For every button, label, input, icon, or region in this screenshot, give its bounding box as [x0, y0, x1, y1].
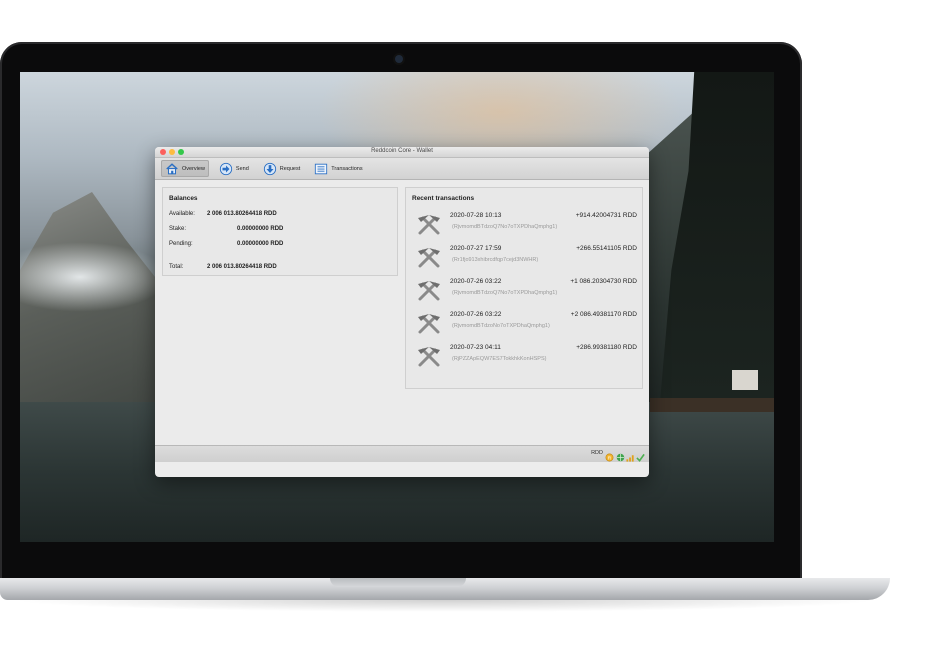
toolbar: Overview Send Request Transactions	[155, 158, 649, 180]
transaction-amount: +1 086.20304730 RDD	[570, 278, 637, 285]
display-unit-selector[interactable]: RDD	[591, 450, 603, 456]
mining-hammers-icon	[415, 278, 443, 302]
transaction-row[interactable]: 2020-07-26 03:22 +1 086.20304730 RDD (Rj…	[415, 276, 637, 306]
stake-value: 0.00000000 RDD	[237, 226, 284, 232]
transaction-row[interactable]: 2020-07-27 17:59 +266.55141105 RDD (Rr1f…	[415, 243, 637, 273]
stake-label: Stake:	[169, 226, 187, 232]
laptop-notch	[330, 578, 466, 587]
mining-hammers-icon	[415, 245, 443, 269]
transaction-address: (RjvmomdBTdzoQ7No7oTXPDhaQmphg1)	[452, 224, 558, 230]
webcam	[395, 55, 403, 63]
recent-transactions-panel: Recent transactions 2020-07-28 10:13 +91…	[405, 187, 643, 389]
tab-request[interactable]: Request	[259, 160, 305, 177]
tab-overview[interactable]: Overview	[161, 160, 209, 177]
mining-hammers-icon	[415, 212, 443, 236]
total-label: Total:	[169, 264, 184, 270]
send-arrow-icon	[219, 162, 233, 176]
transaction-address: (RjvmomdBTdzoQ7No7oTXPDhaQmphg1)	[452, 290, 558, 296]
staking-icon[interactable]: R	[605, 449, 614, 462]
transaction-row[interactable]: 2020-07-26 03:22 +2 086.49381170 RDD (Rj…	[415, 309, 637, 339]
tab-transactions-label: Transactions	[331, 165, 363, 172]
mining-hammers-icon	[415, 344, 443, 368]
transaction-date: 2020-07-26 03:22	[450, 311, 502, 318]
home-icon	[165, 162, 179, 176]
tab-send[interactable]: Send	[215, 160, 253, 177]
synced-check-icon	[636, 449, 645, 462]
tab-transactions[interactable]: Transactions	[310, 160, 366, 177]
window-title: Reddcoin Core - Wallet	[371, 148, 433, 154]
transaction-amount: +266.55141105 RDD	[576, 245, 637, 252]
available-value: 2 006 013.80264418 RDD	[207, 211, 277, 217]
wallpaper-mist	[20, 242, 170, 312]
transaction-row[interactable]: 2020-07-23 04:11 +286.99381180 RDD (RjPZ…	[415, 342, 637, 372]
total-value: 2 006 013.80264418 RDD	[207, 264, 277, 270]
receive-arrow-icon	[263, 162, 277, 176]
mining-hammers-icon	[415, 311, 443, 335]
transaction-amount: +914.42004731 RDD	[575, 212, 637, 219]
transaction-address: (RjPZZApEQW7ES7TokkhkKonHSPS)	[452, 356, 547, 362]
wallpaper-cabin	[732, 370, 758, 390]
tab-request-label: Request	[279, 165, 301, 172]
tab-overview-label: Overview	[182, 165, 205, 172]
pending-value: 0.00000000 RDD	[237, 241, 284, 247]
title-bar[interactable]: Reddcoin Core - Wallet	[155, 147, 649, 158]
wallpaper-dock	[650, 398, 774, 412]
transaction-date: 2020-07-23 04:11	[450, 344, 501, 351]
pending-label: Pending:	[169, 241, 193, 247]
transaction-address: (RjvmomdBTdzoNo7oTXPDhaQmphg1)	[452, 323, 550, 329]
transaction-address: (Rr1fjo913xhibrcdfqp7cejd3NWHR)	[452, 257, 539, 263]
transaction-amount: +286.99381180 RDD	[576, 344, 637, 351]
transaction-amount: +2 086.49381170 RDD	[570, 311, 637, 318]
laptop-shadow	[10, 600, 880, 612]
tab-send-label: Send	[235, 165, 249, 172]
transaction-date: 2020-07-28 10:13	[450, 212, 502, 219]
list-icon	[314, 162, 328, 176]
network-icon[interactable]	[616, 449, 625, 462]
transaction-row[interactable]: 2020-07-28 10:13 +914.42004731 RDD (Rjvm…	[415, 210, 637, 240]
transaction-date: 2020-07-26 03:22	[450, 278, 502, 285]
available-label: Available:	[169, 211, 195, 217]
status-bar: RDD R	[155, 445, 649, 462]
signal-icon	[626, 449, 635, 462]
overview-page: Balances Available: 2 006 013.80264418 R…	[155, 180, 649, 462]
recent-transactions-title: Recent transactions	[412, 195, 475, 202]
balances-panel: Balances Available: 2 006 013.80264418 R…	[162, 187, 398, 276]
transaction-date: 2020-07-27 17:59	[450, 245, 502, 252]
balances-title: Balances	[169, 195, 198, 202]
wallet-window: Reddcoin Core - Wallet Overview Send Req…	[155, 147, 649, 477]
